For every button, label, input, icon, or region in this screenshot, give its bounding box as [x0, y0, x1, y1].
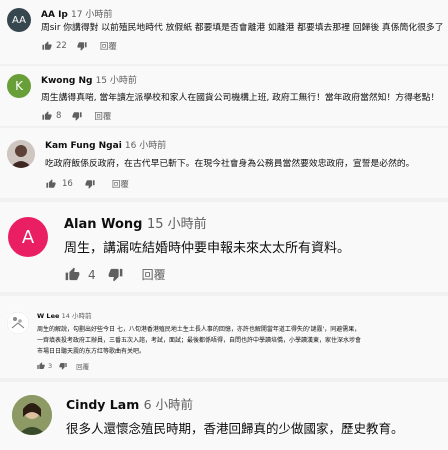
thumb-up-icon[interactable]: [41, 111, 52, 122]
comment-author[interactable]: AA Ip 17 小時前: [41, 7, 112, 20]
comment-author[interactable]: Cindy Lam 6 小時前: [66, 394, 193, 413]
comment-text: 很多人還懷念殖民時期，香港回歸真的少做國家，歷史教育。: [66, 421, 404, 436]
reply-button[interactable]: 回覆: [76, 361, 89, 371]
comment-time[interactable]: 15 小時前: [96, 76, 137, 86]
like-count: 4: [88, 267, 96, 282]
avatar[interactable]: [7, 140, 35, 168]
comment-card: K Kwong Ng 15 小時前 周生講得真啱, 當年讀左派學校和家人在國貨公…: [0, 66, 448, 126]
comment-actions: 22 回覆: [41, 40, 117, 52]
avatar[interactable]: K: [7, 74, 31, 98]
avatar[interactable]: [12, 395, 52, 435]
author-name[interactable]: Kam Fung Ngai: [45, 141, 122, 151]
comment-time[interactable]: 15 小時前: [147, 217, 207, 232]
thumb-up-icon[interactable]: [41, 41, 52, 52]
like-count: 3: [48, 362, 53, 370]
avatar[interactable]: [6, 311, 30, 335]
author-name[interactable]: W Lee: [37, 312, 59, 320]
reply-button[interactable]: 回覆: [94, 110, 111, 122]
comment-author[interactable]: Alan Wong 15 小時前: [64, 213, 207, 232]
comment-actions: 8 回覆: [41, 110, 111, 122]
reply-button[interactable]: 回覆: [100, 40, 117, 52]
comment-time[interactable]: 14 小時前: [62, 312, 92, 320]
comment-time[interactable]: 16 小時前: [125, 141, 166, 151]
like-count: 8: [56, 111, 62, 121]
author-name[interactable]: AA Ip: [41, 10, 68, 20]
comment-author[interactable]: Kwong Ng 15 小時前: [41, 73, 137, 86]
thumb-up-icon[interactable]: [45, 179, 56, 190]
comment-actions: 16 回覆: [45, 178, 129, 190]
comment-time[interactable]: 17 小時前: [71, 10, 112, 20]
thumb-down-icon[interactable]: [77, 41, 88, 52]
thumb-down-icon[interactable]: [59, 362, 67, 370]
thumb-up-icon[interactable]: [64, 267, 80, 283]
avatar[interactable]: AA: [7, 8, 31, 32]
avatar[interactable]: A: [8, 217, 48, 257]
thumb-down-icon[interactable]: [85, 179, 96, 190]
author-name[interactable]: Kwong Ng: [41, 76, 92, 86]
profile-photo-icon: [7, 140, 35, 168]
comment-text: 周sir 你講得對 以前殖民地時代 放假紙 都要填是否會離港 如離港 都要填去那…: [41, 23, 444, 33]
comment-text-line: 周生的解說，勾劃出好些今日 七，八旬港香港殖民地土生土長人事的回憶，亦許也解開當…: [37, 326, 361, 333]
reply-button[interactable]: 回覆: [142, 266, 166, 283]
comment-actions: 4 回覆: [64, 266, 166, 283]
comment-card: Cindy Lam 6 小時前 很多人還懷念殖民時期，香港回歸真的少做國家，歷史…: [0, 382, 448, 450]
like-count: 16: [62, 179, 73, 189]
comment-card: A Alan Wong 15 小時前 周生，講漏咗結婚時仲要申報未來太太所有資料…: [0, 202, 448, 292]
profile-photo-icon: [12, 395, 52, 435]
thumb-down-icon[interactable]: [108, 267, 124, 283]
author-name[interactable]: Cindy Lam: [66, 397, 139, 412]
comment-text-line: 一齊填表投考政府工辦員，三番五次入諮，考試，面試；最後都係唔得，自問也許中學讀培…: [37, 337, 362, 344]
like-count: 22: [56, 41, 67, 51]
comment-actions: 3 回覆: [37, 361, 89, 371]
comment-text: 周生，講漏咗結婚時仲要申報未來太太所有資料。: [64, 241, 351, 256]
comment-text: 周生講得真啱, 當年讀左派學校和家人在國貨公司機構上班, 政府工無行！當年政府當…: [41, 93, 440, 103]
thumb-up-icon[interactable]: [37, 362, 45, 370]
comment-time[interactable]: 6 小時前: [144, 397, 193, 412]
thumb-down-icon[interactable]: [71, 111, 82, 122]
author-name[interactable]: Alan Wong: [64, 217, 142, 232]
comment-author[interactable]: W Lee 14 小時前: [37, 310, 92, 320]
reply-button[interactable]: 回覆: [112, 178, 129, 190]
flower-avatar-icon: [6, 311, 30, 335]
comment-author[interactable]: Kam Fung Ngai 16 小時前: [45, 138, 166, 151]
comment-card: W Lee 14 小時前 周生的解說，勾劃出好些今日 七，八旬港香港殖民地土生土…: [0, 296, 448, 378]
comment-text-line: 市場日日聽天震的东方红等歌曲有关吧。: [37, 348, 146, 355]
comment-card: Kam Fung Ngai 16 小時前 吃政府飯係反政府，在古代早已斬下。在現…: [0, 128, 448, 198]
comment-text: 吃政府飯係反政府，在古代早已斬下。在現今社會身為公務員當然要效忠政府，宣誓是必然…: [45, 159, 415, 169]
comment-card: AA AA Ip 17 小時前 周sir 你講得對 以前殖民地時代 放假紙 都要…: [0, 0, 448, 64]
